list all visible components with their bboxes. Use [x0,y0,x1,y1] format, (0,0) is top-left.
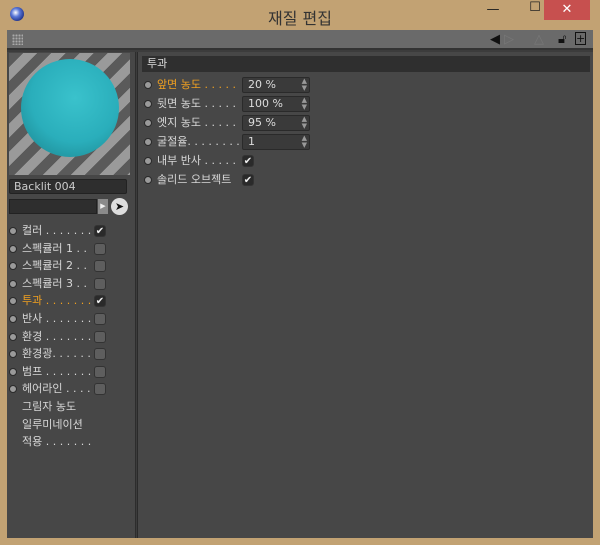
animation-dot-icon[interactable] [144,138,152,146]
channel-label[interactable]: 반사 . . . . . . . . [22,311,98,327]
animation-dot-icon[interactable] [9,279,17,288]
up-arrow-icon[interactable]: △ [534,32,544,47]
close-button[interactable]: ✕ [544,0,590,20]
param-row: 뒷면 농도 . . . . . 100 % ▲ ▼ [144,95,444,113]
channel-item[interactable]: 환경광. . . . . . . [9,346,134,362]
toolbar: ◀ ▷ △ 🔓︎ + [7,30,593,50]
channel-item[interactable]: 범프 . . . . . . . . [9,364,134,380]
minimize-button[interactable]: — [478,0,508,20]
channel-item[interactable]: 컬러 . . . . . . . . ✔ [9,223,134,239]
channel-label[interactable]: 스펙큘러 1 . . [22,241,87,257]
spinner-icon[interactable]: ▲ ▼ [302,116,307,130]
param-value: 100 % [248,97,283,110]
channel-dropdown[interactable] [9,199,97,214]
animation-dot-icon[interactable] [9,244,17,253]
channel-item[interactable]: 스펙큘러 3 . . [9,276,134,292]
channel-label[interactable]: 스펙큘러 2 . . [22,258,87,274]
forward-arrow-icon[interactable]: ▷ [504,32,514,47]
channel-item[interactable]: 적용 . . . . . . . [9,434,134,450]
param-value-field[interactable]: 1 ▲ ▼ [242,134,310,150]
channel-checkbox[interactable] [94,242,106,255]
channel-item[interactable]: 스펙큘러 1 . . [9,241,134,257]
param-label: 굴절율. . . . . . . . . [157,135,247,148]
back-arrow-icon[interactable]: ◀ [490,32,500,47]
param-row: 엣지 농도 . . . . . 95 % ▲ ▼ [144,114,444,132]
preview-sphere [21,59,119,157]
material-name-field[interactable]: Backlit 004 [9,179,127,194]
animation-dot-icon[interactable] [9,315,17,323]
animation-dot-icon[interactable] [9,262,17,271]
channel-label[interactable]: 범프 . . . . . . . . [22,364,98,380]
animation-dot-icon[interactable] [9,227,17,235]
param-row: 굴절율. . . . . . . . . 1 ▲ ▼ [144,133,444,151]
animation-dot-icon[interactable] [144,119,152,127]
animation-dot-icon[interactable] [9,350,17,359]
attribute-panel: 투과 앞면 농도 . . . . . 20 % ▲ ▼ 뒷면 농도 . . . . . 1… [137,52,593,538]
channel-panel: Backlit 004 ▶ ➤ 컬러 . . . . . . . . ✔ 스펙큘러 … [7,52,136,538]
channel-checkbox[interactable]: ✔ [94,295,106,308]
param-checkbox[interactable]: ✔ [242,174,254,186]
param-value: 1 [248,135,255,148]
channel-label[interactable]: 헤어라인 . . . . [22,381,90,397]
channel-checkbox[interactable] [94,383,106,396]
channel-item[interactable]: 헤어라인 . . . . [9,381,134,397]
channel-item[interactable]: 환경 . . . . . . . . [9,329,134,345]
animation-dot-icon[interactable] [9,385,17,394]
channel-checkbox[interactable] [94,260,106,273]
animation-dot-icon[interactable] [144,100,152,108]
param-label: 내부 반사 . . . . . [157,154,236,167]
param-row: 솔리드 오브젝트 ✔ [144,171,444,189]
param-value-field[interactable]: 20 % ▲ ▼ [242,77,310,93]
param-label: 솔리드 오브젝트 [157,173,232,186]
channel-label[interactable]: 적용 . . . . . . . [22,434,91,450]
channel-item[interactable]: 일루미네이션 [9,417,134,433]
spinner-icon[interactable]: ▲ ▼ [302,135,307,149]
channel-label[interactable]: 투과 . . . . . . . . [22,293,98,309]
animation-dot-icon[interactable] [144,81,152,89]
param-row: 내부 반사 . . . . . ✔ [144,152,444,170]
param-label: 엣지 농도 . . . . . [157,116,236,129]
channel-label[interactable]: 컬러 . . . . . . . . [22,223,98,239]
title-bar: 재질 편집 — ☐ ✕ [0,0,600,30]
param-value-field[interactable]: 100 % ▲ ▼ [242,96,310,112]
channel-item[interactable]: 스펙큘러 2 . . [9,258,134,274]
animation-dot-icon[interactable] [9,367,17,376]
channel-checkbox[interactable] [94,277,106,290]
section-header: 투과 [142,56,590,72]
channel-item[interactable]: 투과 . . . . . . . . ✔ [9,293,134,309]
channel-checkbox[interactable] [94,365,106,378]
channel-checkbox[interactable] [94,348,106,361]
window-title: 재질 편집 [268,9,332,28]
param-row: 앞면 농도 . . . . . 20 % ▲ ▼ [144,76,444,94]
animation-dot-icon[interactable] [9,332,17,341]
spinner-icon[interactable]: ▲ ▼ [302,78,307,92]
animation-dot-icon[interactable] [144,176,152,184]
channel-item[interactable]: 반사 . . . . . . . . [9,311,134,327]
param-value: 20 % [248,78,276,91]
channel-label[interactable]: 스펙큘러 3 . . [22,276,87,292]
material-editor: ◀ ▷ △ 🔓︎ + Backlit 004 ▶ ➤ 컬러 . . . . . … [7,30,593,538]
material-preview[interactable] [9,53,130,175]
dropdown-arrow-icon[interactable]: ▶ [98,199,108,214]
lock-icon[interactable]: 🔓︎ [558,32,566,47]
channel-label[interactable]: 일루미네이션 [22,417,83,433]
channel-label[interactable]: 환경 . . . . . . . . [22,329,98,345]
animation-dot-icon[interactable] [144,157,152,165]
param-label: 뒷면 농도 . . . . . [157,97,236,110]
channel-label[interactable]: 환경광. . . . . . . [22,346,98,362]
channel-checkbox[interactable] [94,313,106,325]
new-panel-icon[interactable]: + [575,32,586,45]
animation-dot-icon[interactable] [9,297,17,306]
channel-checkbox[interactable]: ✔ [94,225,106,237]
param-value-field[interactable]: 95 % ▲ ▼ [242,115,310,131]
param-value: 95 % [248,116,276,129]
param-checkbox[interactable]: ✔ [242,155,254,167]
param-label: 앞면 농도 . . . . . [157,78,236,91]
grip-icon[interactable] [12,34,23,45]
channel-label[interactable]: 그림자 농도 [22,399,76,415]
pointer-picker-icon[interactable]: ➤ [111,198,128,215]
channel-checkbox[interactable] [94,330,106,343]
channel-item[interactable]: 그림자 농도 [9,399,134,415]
spinner-icon[interactable]: ▲ ▼ [302,97,307,111]
